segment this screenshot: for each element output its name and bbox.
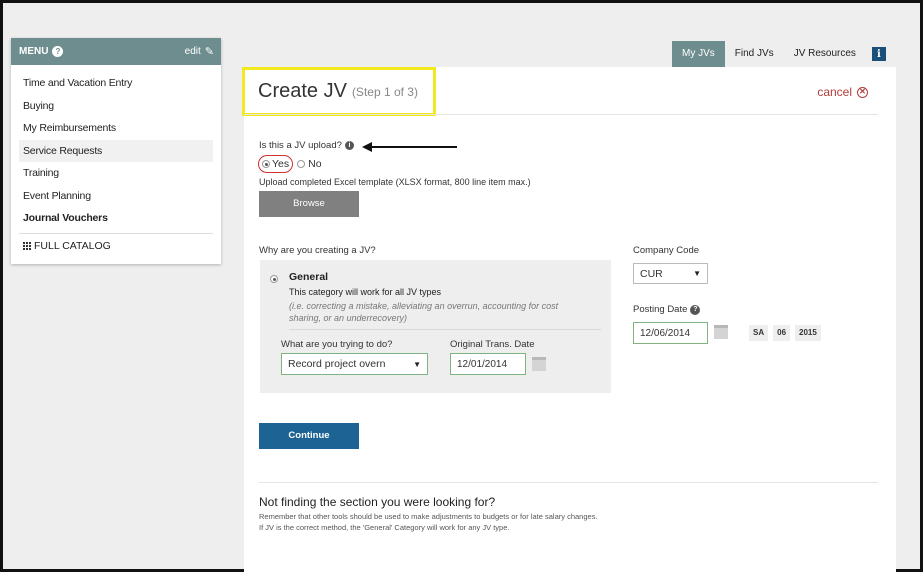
no-option[interactable]: No (297, 158, 322, 170)
company-code-value: CUR (640, 267, 663, 280)
sidebar-item-reimbursements[interactable]: My Reimbursements (19, 117, 213, 140)
fiscal-period: SA 06 2015 (749, 325, 821, 341)
yes-option[interactable]: Yes (258, 155, 294, 173)
sidebar-item-service-requests[interactable]: Service Requests (19, 139, 213, 162)
sidebar-header: MENU ? edit ✎ (11, 38, 221, 65)
general-description: (i.e. correcting a mistake, alleviating … (289, 301, 559, 323)
general-divider (289, 329, 601, 330)
sidebar-item-journal-vouchers[interactable]: Journal Vouchers (19, 207, 213, 230)
upload-note: Upload completed Excel template (XLSX fo… (259, 177, 531, 187)
general-title: General (289, 271, 329, 283)
continue-button[interactable]: Continue (259, 423, 359, 449)
info-circle-icon[interactable]: i (344, 141, 354, 150)
full-catalog-label: FULL CATALOG (34, 239, 111, 252)
full-catalog-link[interactable]: FULL CATALOG (11, 234, 221, 258)
page-title-highlight: Create JV (Step 1 of 3) (242, 67, 436, 116)
posting-date-input[interactable]: 12/06/2014 (633, 322, 708, 344)
not-finding-text: Remember that other tools should be used… (259, 511, 598, 533)
create-jv-panel: Create JV (Step 1 of 3) cancel ✕ Is this… (242, 67, 896, 572)
tab-find-jvs[interactable]: Find JVs (725, 41, 784, 67)
section-divider (259, 482, 878, 483)
orig-date-input[interactable]: 12/01/2014 (450, 353, 526, 375)
company-code-label: Company Code (633, 245, 700, 256)
close-circle-icon: ✕ (857, 86, 868, 98)
sidebar-item-training[interactable]: Training (19, 162, 213, 185)
grid-icon (23, 241, 31, 250)
general-category-card: General This category will work for all … (260, 260, 611, 393)
yes-label: Yes (272, 158, 290, 170)
cancel-button[interactable]: cancel ✕ (817, 85, 868, 99)
no-label: No (308, 158, 322, 170)
period-month: 06 (773, 325, 791, 341)
reason-question: Why are you creating a JV? (259, 245, 376, 256)
sidebar-item-time-vacation[interactable]: Time and Vacation Entry (19, 72, 213, 95)
purpose-value: Record project overn (288, 358, 386, 370)
edit-label: edit (184, 46, 201, 57)
sidebar-menu: MENU ? edit ✎ Time and Vacation Entry Bu… (11, 38, 221, 264)
upload-radio-group: Yes No (258, 155, 322, 173)
step-indicator: (Step 1 of 3) (351, 84, 418, 99)
pencil-icon: ✎ (204, 46, 214, 58)
not-finding-line-1: Remember that other tools should be used… (259, 512, 598, 521)
period-year: 2015 (795, 325, 821, 341)
help-icon[interactable]: ? (690, 304, 701, 315)
sidebar-item-buying[interactable]: Buying (19, 95, 213, 118)
not-finding-title: Not finding the section you were looking… (259, 495, 496, 509)
info-icon[interactable]: i (871, 47, 886, 61)
tab-jv-resources[interactable]: JV Resources (784, 41, 866, 67)
upload-question: Is this a JV upload? i (259, 140, 354, 151)
no-radio[interactable] (297, 160, 306, 168)
annotation-arrow-icon (362, 142, 457, 152)
general-subtitle: This category will work for all JV types (289, 287, 442, 297)
help-icon[interactable]: ? (52, 46, 64, 57)
caret-down-icon: ▼ (413, 359, 421, 369)
not-finding-line-2: If JV is the correct method, the 'Genera… (259, 523, 510, 532)
what-label: What are you trying to do? (281, 339, 393, 350)
menu-label: MENU (19, 46, 49, 57)
caret-down-icon: ▼ (693, 269, 701, 278)
title-divider (244, 114, 878, 115)
calendar-icon[interactable] (532, 357, 546, 371)
upload-question-label: Is this a JV upload? (259, 140, 342, 151)
sidebar-list: Time and Vacation Entry Buying My Reimbu… (11, 65, 221, 230)
edit-menu-button[interactable]: edit ✎ (185, 45, 214, 58)
cancel-label: cancel (817, 85, 852, 99)
page-title: Create JV (258, 80, 347, 102)
general-radio[interactable] (270, 275, 278, 283)
sidebar-item-event-planning[interactable]: Event Planning (19, 185, 213, 208)
purpose-select[interactable]: Record project overn ▼ (281, 353, 428, 375)
yes-radio[interactable] (262, 160, 270, 168)
posting-date-label: Posting Date (633, 304, 688, 315)
top-tabs: My JVs Find JVs JV Resources i (672, 41, 886, 73)
company-code-select[interactable]: CUR ▼ (633, 263, 708, 284)
posting-date-label-row: Posting Date ? (633, 304, 701, 315)
browse-button[interactable]: Browse (259, 191, 359, 217)
tab-my-jvs[interactable]: My JVs (672, 41, 725, 73)
posting-date-value: 12/06/2014 (640, 327, 691, 339)
orig-date-value: 12/01/2014 (457, 358, 508, 370)
menu-title: MENU ? (19, 46, 64, 57)
period-code: SA (749, 325, 769, 341)
orig-date-label: Original Trans. Date (450, 339, 535, 350)
calendar-icon[interactable] (714, 325, 728, 339)
app-frame: MENU ? edit ✎ Time and Vacation Entry Bu… (0, 0, 923, 572)
